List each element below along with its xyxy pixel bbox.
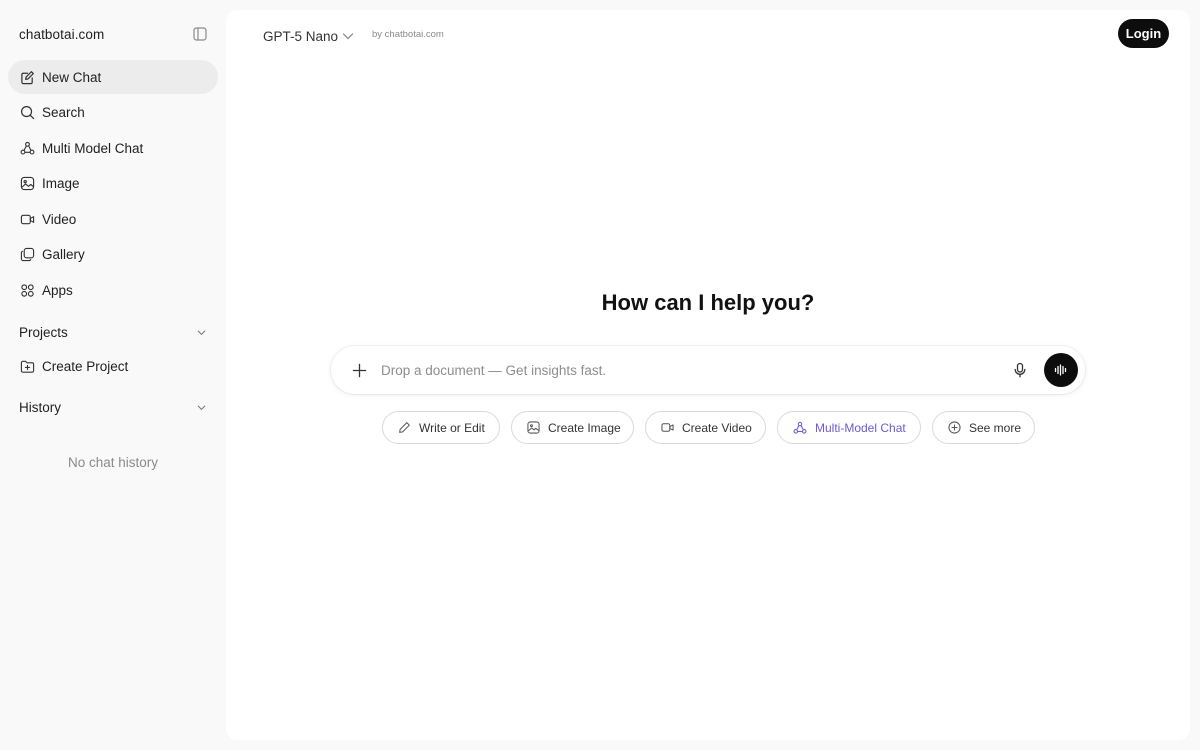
multi-model-icon [19,140,35,156]
sidebar: chatbotai.com New Chat Search Multi Mode… [0,0,226,750]
sidebar-toggle-icon[interactable] [192,26,208,42]
multi-model-icon [793,421,807,435]
sidebar-nav: New Chat Search Multi Model Chat Image V… [8,60,218,309]
edit-icon [19,69,35,85]
write-or-edit-chip[interactable]: Write or Edit [382,411,500,444]
main-panel: GPT-5 Nano by chatbotai.com Login How ca… [226,10,1190,740]
see-more-chip[interactable]: See more [932,411,1035,444]
chip-label: See more [969,420,1022,435]
projects-section-header[interactable]: Projects [8,317,218,347]
image-icon [527,421,540,435]
video-icon [661,421,674,435]
sidebar-item-label: Apps [42,283,73,299]
history-section-header[interactable]: History [8,392,218,422]
pencil-icon [398,421,411,435]
suggestion-chips: Write or Edit Create Image Create Video [226,411,1190,444]
app-window: chatbotai.com New Chat Search Multi Mode… [0,0,1200,750]
sidebar-item-apps[interactable]: Apps [8,274,218,308]
folder-plus-icon [19,358,35,374]
chip-label: Create Video [682,420,752,435]
sidebar-item-image[interactable]: Image [8,167,218,201]
page-title: How can I help you? [601,290,815,315]
waveform-icon [1054,364,1067,376]
projects-title: Projects [19,324,68,340]
chip-label: Multi-Model Chat [815,420,906,435]
login-button[interactable]: Login [1118,19,1169,48]
history-title: History [19,399,62,415]
sidebar-item-new-chat[interactable]: New Chat [8,60,218,94]
sidebar-item-label: Search [42,105,85,121]
chevron-down-icon [195,326,207,338]
search-icon [19,105,35,121]
multi-model-chat-chip[interactable]: Multi-Model Chat [777,411,921,444]
chevron-down-icon [195,401,207,413]
sidebar-item-video[interactable]: Video [8,202,218,236]
create-video-chip[interactable]: Create Video [645,411,766,444]
gallery-icon [19,247,35,263]
sidebar-item-label: Gallery [42,247,85,263]
microphone-icon[interactable] [1010,360,1030,380]
brand-name: chatbotai.com [19,26,105,42]
create-image-chip[interactable]: Create Image [511,411,634,444]
video-icon [19,211,35,227]
sidebar-item-label: Image [42,176,80,192]
create-project-label: Create Project [42,358,129,374]
chat-composer [331,346,1085,394]
apps-icon [19,283,35,299]
sidebar-item-multi-model-chat[interactable]: Multi Model Chat [8,131,218,165]
chip-label: Create Image [548,420,621,435]
sidebar-item-gallery[interactable]: Gallery [8,238,218,272]
sidebar-item-label: New Chat [42,69,102,85]
chevron-down-icon [342,30,354,42]
add-attachment-icon[interactable] [349,360,369,380]
plus-circle-icon [948,421,961,435]
create-project-container: Create Project [8,349,218,385]
model-selector[interactable]: GPT-5 Nano [263,26,354,46]
sidebar-item-label: Multi Model Chat [42,140,144,156]
image-icon [19,176,35,192]
chat-input[interactable] [381,362,1010,378]
model-name: GPT-5 Nano [263,28,339,44]
chip-label: Write or Edit [419,420,485,435]
empty-history-text: No chat history [67,455,159,470]
create-project-button[interactable]: Create Project [8,349,218,383]
voice-mode-button[interactable] [1044,353,1078,387]
sidebar-item-label: Video [42,211,77,227]
model-provider-label: by chatbotai.com [372,29,444,40]
sidebar-item-search[interactable]: Search [8,96,218,130]
sidebar-header: chatbotai.com [0,22,226,46]
